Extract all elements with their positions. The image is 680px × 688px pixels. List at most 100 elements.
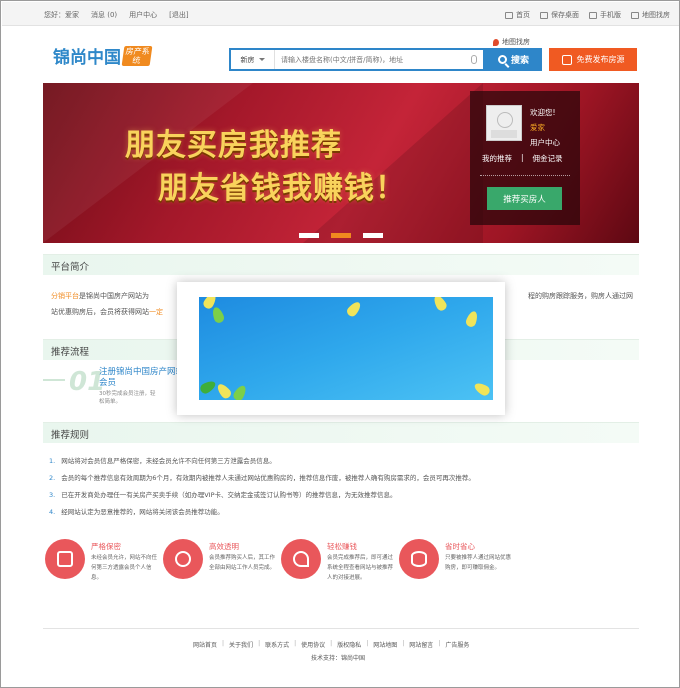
briefcase-icon (45, 539, 85, 579)
link-separator: | (521, 153, 524, 162)
greeting-text: 您好：爱家 (44, 11, 79, 19)
leaf-decoration (231, 383, 249, 400)
search-input[interactable] (275, 50, 471, 69)
location-pin-icon (493, 38, 499, 46)
alarm-clock-icon (163, 539, 203, 579)
user-panel-links: 我的推荐 | 佣金记录 (482, 153, 563, 164)
search-icon (497, 55, 507, 64)
divider (480, 175, 570, 176)
carousel-dots (299, 233, 383, 238)
footer-link[interactable]: 网站首页 (193, 640, 217, 649)
leaf-decoration (345, 299, 363, 319)
publish-listing-button[interactable]: 免费发布房源 (549, 48, 637, 71)
messages-link[interactable]: 消息 (0) (91, 10, 117, 20)
username[interactable]: 爱家 (530, 122, 545, 133)
rule-number: 1. (49, 457, 56, 465)
intro-highlight: 分销平台 (51, 292, 79, 300)
popup-overlay[interactable] (177, 282, 505, 415)
footer-link[interactable]: 关于我们 (229, 640, 253, 649)
rule-text: 已在开发商处办理任一有关房产买卖手续（如办理VIP卡、交纳定金或签订认购书等）的… (61, 491, 397, 499)
phone-icon (589, 11, 597, 19)
search-type-select[interactable]: 新房 (231, 50, 275, 69)
map-label: 地图找房 (642, 11, 670, 19)
carousel-dot[interactable] (363, 233, 383, 238)
leaf-decoration (215, 381, 233, 400)
feature-title: 省时省心 (445, 542, 475, 551)
banner-headline-1: 朋友买房我推荐 (125, 128, 342, 163)
footer: 网站首页 | 关于我们 | 联系方式 | 使用协议 | 版权隐私 | 网站地图 | 网站留言… (43, 628, 639, 662)
user-center-link[interactable]: 用户中心 (129, 10, 157, 20)
map-search-label: 地图找房 (502, 38, 530, 46)
footer-link[interactable]: 网站地图 (373, 640, 397, 649)
intro-text: 程的购房跟踪服务，购房人通过网 (528, 292, 633, 300)
microphone-icon[interactable] (471, 55, 477, 64)
hero-banner[interactable]: 朋友买房我推荐 朋友省钱我赚钱！ 欢迎您! 爱家 用户中心 我的推荐 | 佣金记… (43, 83, 639, 243)
recommend-buyer-button[interactable]: 推荐买房人 (487, 187, 562, 210)
logout-link[interactable]: [退出] (169, 10, 188, 20)
map-icon (631, 11, 639, 19)
map-search-link[interactable]: 地图找房 (493, 37, 530, 47)
footer-link[interactable]: 广告服务 (445, 640, 469, 649)
welcome-text: 欢迎您! (530, 108, 556, 117)
commission-record-link[interactable]: 佣金记录 (533, 153, 563, 164)
user-panel: 欢迎您! 爱家 用户中心 我的推荐 | 佣金记录 推荐买房人 (470, 91, 580, 225)
section-title: 平台简介 (51, 262, 90, 273)
home-icon (505, 11, 513, 19)
avatar (486, 105, 522, 141)
intro-text: 是锦尚中国房产网站为 (79, 292, 149, 300)
top-bar-left: 您好：爱家 消息 (0) 用户中心 [退出] (44, 10, 189, 20)
tech-support-text: 技术支持：锦尚中国 (311, 655, 366, 662)
banner-headline-2: 朋友省钱我赚钱！ (158, 171, 406, 206)
rule-number: 4. (49, 508, 56, 516)
coins-icon (399, 539, 439, 579)
section-header-rules: 推荐规则 (43, 422, 639, 443)
carousel-dot-active[interactable] (331, 233, 351, 238)
map-link-top[interactable]: 地图找房 (631, 10, 670, 20)
feature-title: 轻松赚钱 (327, 542, 357, 551)
popup-image[interactable] (199, 297, 493, 400)
top-bar: 您好：爱家 消息 (0) 用户中心 [退出] 首页 保存桌面 手机版 地图找房 (2, 2, 679, 26)
rule-number: 3. (49, 491, 56, 499)
footer-link[interactable]: 网站留言 (409, 640, 433, 649)
feature-desc: 未经会员允许，网站不向任何第三方透露会员个人信息。 (91, 555, 158, 581)
mobile-link[interactable]: 手机版 (589, 10, 621, 20)
features-row: 严格保密 未经会员允许，网站不向任何第三方透露会员个人信息。 高效透明 会员推荐… (43, 529, 639, 609)
rule-item: 3. 已在开发商处办理任一有关房产买卖手续（如办理VIP卡、交纳定金或签订认购书等… (49, 487, 629, 504)
logo-text: 锦尚中国 (53, 48, 121, 68)
site-logo[interactable]: 锦尚中国 房产系统 (53, 43, 153, 68)
rule-item: 2. 会员的每个推荐信息有效周期为6个月，有效期内被推荐人未通过网站优惠购房的，推… (49, 470, 629, 487)
feature-desc: 会员推荐购买人后，其工作全部由网站工作人员完成。 (209, 555, 276, 571)
feature-title: 严格保密 (91, 542, 121, 551)
search-button-label: 搜索 (510, 56, 529, 66)
rule-text: 网站将对会员信息严格保密，未经会员允许不向任何第三方泄露会员信息。 (61, 457, 276, 465)
intro-text: 站优惠购房后，会员将获得网站 (51, 308, 149, 316)
footer-link[interactable]: 使用协议 (301, 640, 325, 649)
leaf-decoration (431, 297, 449, 313)
carousel-dot[interactable] (299, 233, 319, 238)
step-subtitle: 30秒完成会员注册，轻松简单。 (99, 391, 156, 405)
save-desktop-link[interactable]: 保存桌面 (540, 10, 579, 20)
edit-icon (561, 54, 572, 65)
feature-desc: 会员完成推荐后，即可通过系统全程查看网站与被推荐人的对接进展。 (327, 555, 394, 581)
footer-links: 网站首页 | 关于我们 | 联系方式 | 使用协议 | 版权隐私 | 网站地图 | 网站留言… (193, 640, 470, 649)
user-center-panel-link[interactable]: 用户中心 (530, 137, 560, 148)
save-desktop-label: 保存桌面 (551, 11, 579, 19)
search-type-value: 新房 (240, 55, 255, 64)
publish-button-label: 免费发布房源 (576, 55, 625, 64)
search-button[interactable]: 搜索 (485, 48, 542, 71)
footer-link[interactable]: 版权隐私 (337, 640, 361, 649)
footer-link[interactable]: 联系方式 (265, 640, 289, 649)
section-header-intro: 平台简介 (43, 254, 639, 275)
top-bar-right: 首页 保存桌面 手机版 地图找房 (505, 10, 670, 20)
search-box: 新房 (229, 48, 485, 71)
umbrella-icon (281, 539, 321, 579)
my-recommend-link[interactable]: 我的推荐 (482, 153, 512, 164)
rule-text: 会员的每个推荐信息有效周期为6个月，有效期内被推荐人未通过网站优惠购房的，推荐信… (61, 474, 475, 482)
leaf-decoration (199, 378, 218, 396)
mobile-label: 手机版 (600, 11, 621, 19)
rule-item: 1. 网站将对会员信息严格保密，未经会员允许不向任何第三方泄露会员信息。 (49, 453, 629, 470)
process-step: 01 注册锦尚中国房产网站会员 30秒完成会员注册，轻松简单。 (43, 365, 193, 407)
home-link[interactable]: 首页 (505, 10, 530, 20)
rule-number: 2. (49, 474, 56, 482)
page-frame: 您好：爱家 消息 (0) 用户中心 [退出] 首页 保存桌面 手机版 地图找房 … (0, 0, 680, 688)
